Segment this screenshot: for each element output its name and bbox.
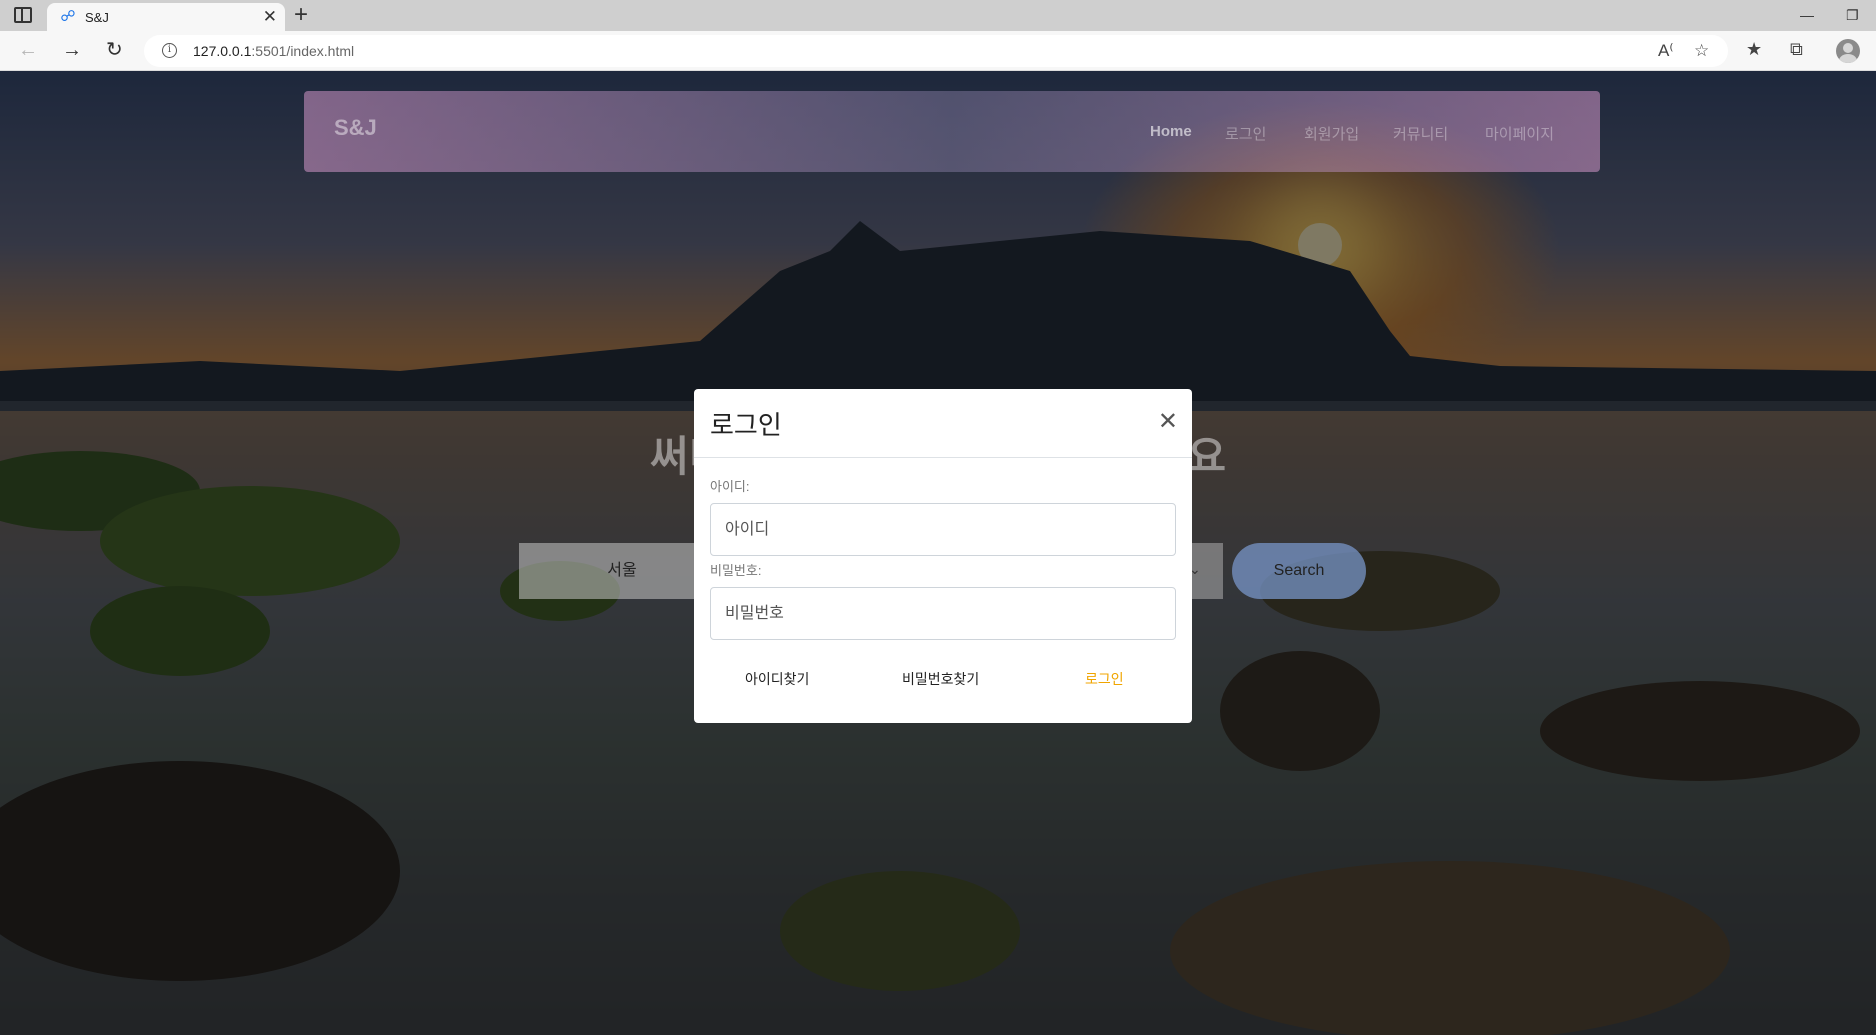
tab-close-icon[interactable]: ✕ xyxy=(263,7,277,27)
url-host: 127.0.0.1 xyxy=(193,43,252,59)
site-info-icon[interactable]: i xyxy=(162,43,177,58)
close-icon[interactable]: ✕ xyxy=(1158,409,1178,435)
browser-tab[interactable]: ☍ S&J ✕ xyxy=(47,3,285,31)
url-path: :5501/index.html xyxy=(251,43,355,59)
collections-icon[interactable]: ⧉ xyxy=(1790,38,1803,60)
browser-toolbar: ← → ↻ i 127.0.0.1:5501/index.html A⁽ ☆ xyxy=(0,31,1876,71)
tab-title: S&J xyxy=(85,10,109,25)
profile-avatar[interactable] xyxy=(1836,39,1860,63)
favorites-icon[interactable]: ★ xyxy=(1746,38,1762,60)
minimize-icon[interactable]: — xyxy=(1800,4,1814,26)
read-aloud-icon[interactable]: A⁽ xyxy=(1658,40,1674,62)
nav-mypage[interactable]: 마이페이지 xyxy=(1485,123,1554,144)
site-navbar: S&J Home 로그인 회원가입 커뮤니티 마이페이지 xyxy=(304,91,1600,172)
tab-actions-icon[interactable] xyxy=(14,7,32,23)
nav-community[interactable]: 커뮤니티 xyxy=(1393,123,1448,144)
nav-home[interactable]: Home xyxy=(1150,123,1192,140)
id-label: 아이디: xyxy=(710,479,750,494)
reload-icon[interactable]: ↻ xyxy=(106,39,123,61)
id-input[interactable] xyxy=(710,503,1176,556)
url-text[interactable]: 127.0.0.1:5501/index.html xyxy=(193,43,354,59)
restore-icon[interactable]: ❐ xyxy=(1846,4,1859,26)
site-favicon-icon: ☍ xyxy=(60,8,76,25)
address-bar[interactable]: i 127.0.0.1:5501/index.html A⁽ ☆ xyxy=(144,35,1728,67)
password-label: 비밀번호: xyxy=(710,563,762,578)
find-password-link[interactable]: 비밀번호찾기 xyxy=(902,669,979,689)
find-id-link[interactable]: 아이디찾기 xyxy=(745,669,809,689)
modal-header: 로그인 ✕ xyxy=(694,389,1192,458)
forward-icon[interactable]: → xyxy=(62,39,82,61)
add-favorite-icon[interactable]: ☆ xyxy=(1694,40,1709,62)
search-button[interactable]: Search xyxy=(1232,543,1366,599)
login-submit-button[interactable]: 로그인 xyxy=(1085,669,1124,689)
login-modal: 로그인 ✕ 아이디: 비밀번호: 아이디찾기 비밀번호찾기 로그인 xyxy=(694,389,1192,723)
new-tab-icon[interactable]: + xyxy=(294,2,308,28)
password-input[interactable] xyxy=(710,587,1176,640)
browser-tab-bar: ☍ S&J ✕ + — ❐ xyxy=(0,0,1876,31)
nav-signup[interactable]: 회원가입 xyxy=(1304,123,1359,144)
back-icon[interactable]: ← xyxy=(18,39,38,61)
site-brand[interactable]: S&J xyxy=(334,115,377,141)
modal-title: 로그인 xyxy=(710,410,782,440)
nav-login[interactable]: 로그인 xyxy=(1225,123,1266,144)
